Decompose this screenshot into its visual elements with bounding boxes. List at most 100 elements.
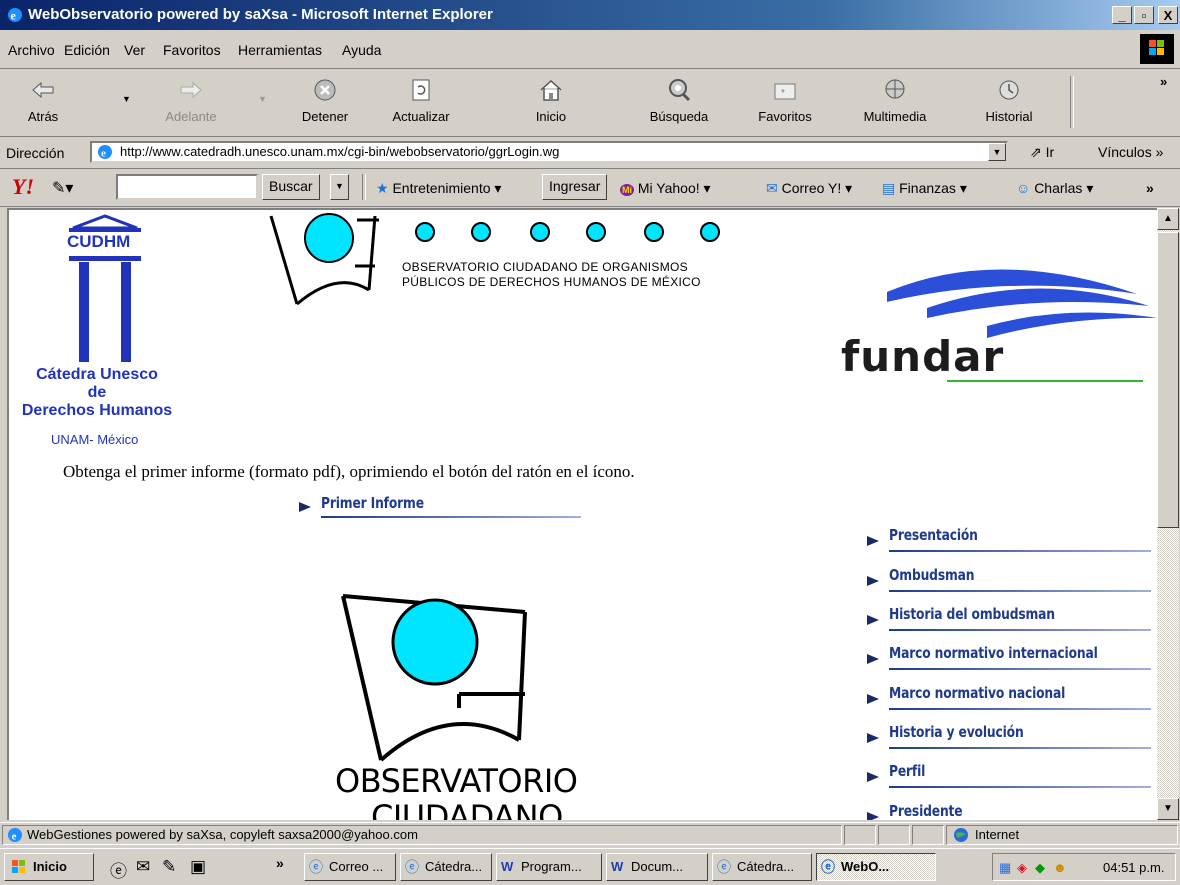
status-message: e WebGestiones powered by saXsa, copylef… [2, 825, 842, 845]
quicklaunch-ie-icon[interactable]: ⓔ [110, 857, 127, 882]
task-button-active[interactable]: ⓔ WebO... [816, 853, 936, 881]
chat-link[interactable]: ☺ Charlas ▾ [1016, 180, 1093, 197]
yahoo-toolbar: Y! ✎▾ Buscar ▼ ★ Entretenimiento ▾ Ingre… [0, 170, 1180, 207]
nav-historia-ombudsman[interactable]: Historia del ombudsman [889, 605, 1055, 623]
history-button[interactable]: Historial [966, 72, 1052, 132]
menu-favoritos[interactable]: Favoritos [163, 42, 221, 58]
favorites-button[interactable]: * Favoritos [742, 72, 828, 132]
observatorio-small-logo [269, 213, 379, 306]
forward-button[interactable]: Adelante [148, 72, 234, 132]
address-input[interactable]: e http://www.catedradh.unesco.unam.mx/cg… [90, 141, 1008, 163]
entertainment-link[interactable]: ★ Entretenimiento ▾ [376, 180, 501, 197]
media-button[interactable]: Multimedia [852, 72, 938, 132]
back-button[interactable]: Atrás [0, 72, 86, 132]
quicklaunch-desktop-icon[interactable]: ▣ [190, 857, 206, 877]
refresh-button[interactable]: Actualizar [378, 72, 464, 132]
back-dropdown-icon[interactable]: ▼ [122, 94, 131, 104]
nav-underline [889, 629, 1151, 631]
vertical-scrollbar[interactable]: ▲ ▼ [1157, 208, 1179, 820]
task-button[interactable]: W Program... [496, 853, 602, 881]
nav-underline [889, 590, 1151, 592]
task-label: Docum... [631, 859, 684, 874]
tray-antivirus-icon[interactable]: ◆ [1035, 859, 1045, 877]
nav-perfil[interactable]: Perfil [889, 762, 925, 780]
yahoo-search-dropdown[interactable]: ▼ [330, 174, 349, 200]
task-button[interactable]: ⓔ Cátedra... [712, 853, 812, 881]
finance-link[interactable]: ▤ Finanzas ▾ [882, 180, 967, 197]
big-logo-word-2: CIUDADANO [371, 798, 563, 820]
my-yahoo-label: Mi Yahoo! [637, 180, 700, 196]
scroll-thumb[interactable] [1157, 232, 1179, 528]
quicklaunch-paint-icon[interactable]: ✎ [162, 857, 176, 877]
svg-text:*: * [781, 88, 785, 99]
maximize-button[interactable]: ▫ [1134, 6, 1154, 24]
back-arrow-icon [32, 81, 54, 99]
menu-ver[interactable]: Ver [124, 42, 145, 58]
quicklaunch-outlook-icon[interactable]: ✉ [136, 857, 150, 877]
task-label: Cátedra... [425, 859, 483, 874]
forward-arrow-icon [180, 81, 202, 99]
page-content: CUDHM Cátedra Unesco de Derechos Humanos… [7, 208, 1157, 820]
yahoo-logo[interactable]: Y! [12, 174, 34, 200]
task-label: Program... [521, 859, 582, 874]
menu-ayuda[interactable]: Ayuda [342, 42, 381, 58]
my-yahoo-link[interactable]: Mi Mi Yahoo! ▾ [620, 180, 711, 197]
go-arrow-icon: ⇗ [1030, 144, 1042, 160]
search-button[interactable]: Búsqueda [636, 72, 722, 132]
observatorio-heading-line-1: OBSERVATORIO CIUDADANO DE ORGANISMOS [402, 260, 688, 274]
yahoo-search-button[interactable]: Buscar [262, 174, 320, 200]
windows-start-icon [12, 860, 25, 873]
dot-5 [644, 222, 664, 242]
nav-ombudsman[interactable]: Ombudsman [889, 566, 975, 584]
menu-herramientas[interactable]: Herramientas [238, 42, 322, 58]
home-button[interactable]: Inicio [508, 72, 594, 132]
yahoo-search-input[interactable] [116, 174, 258, 200]
nav-presentacion[interactable]: Presentación [889, 526, 978, 544]
dot-1 [415, 222, 435, 242]
nav-underline [889, 550, 1151, 552]
tray-messenger-icon[interactable]: ☻ [1053, 859, 1067, 877]
nav-marco-nacional[interactable]: Marco normativo nacional [889, 684, 1065, 702]
fundar-swoosh-logo [887, 269, 1157, 338]
pencil-icon[interactable]: ✎▾ [52, 178, 73, 198]
close-button[interactable]: X [1158, 6, 1178, 24]
entertainment-label: Entretenimiento [392, 180, 491, 196]
yahoo-more-chevron[interactable]: » [1146, 180, 1154, 196]
media-label: Multimedia [863, 109, 927, 124]
zone-label: Internet [975, 827, 1020, 842]
tray-security-icon[interactable]: ◈ [1017, 859, 1027, 877]
window-title: WebObservatorio powered by saXsa - Micro… [28, 6, 493, 23]
address-dropdown-icon[interactable]: ▼ [988, 143, 1006, 161]
task-button[interactable]: W Docum... [606, 853, 708, 881]
links-toolbar-label[interactable]: Vínculos » [1098, 144, 1163, 160]
mail-link[interactable]: ✉ Correo Y! ▾ [766, 180, 852, 197]
stop-label: Detener [301, 109, 349, 124]
status-zone: Internet [946, 825, 1178, 845]
scroll-up-icon[interactable]: ▲ [1157, 208, 1179, 230]
task-button[interactable]: ⓔ Cátedra... [400, 853, 492, 881]
fundar-underline [947, 380, 1143, 382]
forward-dropdown-icon[interactable]: ▼ [258, 94, 267, 104]
stop-button[interactable]: Detener [282, 72, 368, 132]
quicklaunch-chevron[interactable]: » [276, 855, 284, 871]
primer-informe-link[interactable]: Primer Informe [321, 494, 424, 512]
go-button[interactable]: ⇗ Ir [1030, 144, 1054, 161]
login-button[interactable]: Ingresar [542, 174, 608, 200]
nav-historia-evolucion[interactable]: Historia y evolución [889, 723, 1024, 741]
task-button[interactable]: ⓔ Correo ... [304, 853, 396, 881]
minimize-button[interactable]: _ [1112, 6, 1132, 24]
cudhm-label: CUDHM [67, 232, 131, 251]
status-panel-empty [912, 825, 944, 845]
title-bar[interactable]: e WebObservatorio powered by saXsa - Mic… [0, 0, 1180, 30]
menu-edicion[interactable]: Edición [64, 42, 110, 58]
start-button[interactable]: Inicio [4, 853, 94, 881]
nav-marco-internacional[interactable]: Marco normativo internacional [889, 644, 1098, 662]
menu-archivo[interactable]: Archivo [8, 42, 55, 58]
tray-network-icon[interactable]: ▦ [999, 859, 1011, 877]
toolbar-more-chevron[interactable]: » [1160, 74, 1167, 89]
tray-clock[interactable]: 04:51 p.m. [1103, 859, 1164, 877]
task-ie-icon: ⓔ [405, 859, 419, 875]
chat-label: Charlas [1034, 180, 1083, 196]
scroll-down-icon[interactable]: ▼ [1157, 798, 1179, 820]
nav-presidente[interactable]: Presidente [889, 802, 963, 820]
